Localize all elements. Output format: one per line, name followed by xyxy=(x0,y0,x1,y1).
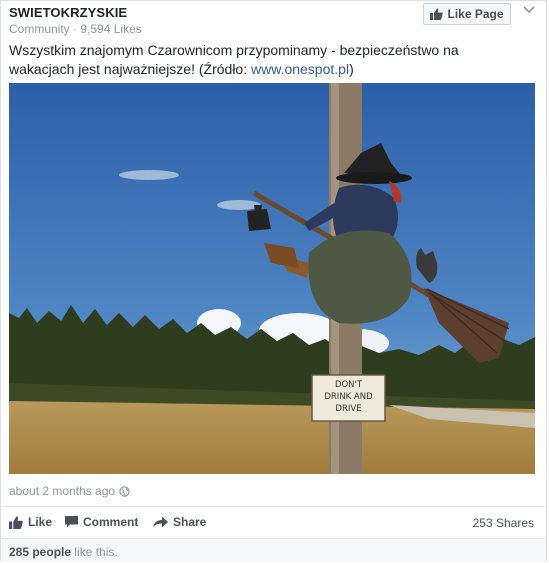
like-button[interactable]: Like xyxy=(9,515,52,529)
comment-label: Comment xyxy=(83,515,139,529)
post-text: Wszystkim znajomym Czarownicom przypomin… xyxy=(9,41,509,79)
page-name-link[interactable]: SWIETOKRZYSKIE xyxy=(9,5,127,20)
sign-line-3: DRIVE xyxy=(335,404,361,414)
post-photo[interactable]: DON'T DRINK AND DRIVE xyxy=(9,83,535,474)
share-button[interactable]: Share xyxy=(153,515,206,529)
share-label: Share xyxy=(173,515,207,529)
comment-button[interactable]: Comment xyxy=(65,515,138,529)
chevron-down-icon[interactable] xyxy=(522,5,536,15)
post-actions-bar: Like Comment Share 253 Shares xyxy=(1,506,546,539)
post-card: SWIETOKRZYSKIE Community · 9,594 Likes L… xyxy=(0,0,547,562)
shares-count-link[interactable]: 253 Shares xyxy=(473,516,534,530)
post-text-end: ) xyxy=(349,61,354,77)
sign-line-1: DON'T xyxy=(335,380,363,390)
like-label: Like xyxy=(28,515,53,529)
thumbs-up-icon xyxy=(9,516,23,529)
thumbs-up-icon xyxy=(430,8,444,20)
post-text-main: Wszystkim znajomym Czarownicom przypomin… xyxy=(9,42,459,77)
sign-line-2: DRINK AND xyxy=(324,392,373,402)
like-page-label: Like Page xyxy=(447,7,504,21)
reactions-summary: 285 people like this. xyxy=(1,538,546,562)
globe-icon xyxy=(119,485,130,497)
meta-separator: · xyxy=(69,22,81,36)
timestamp-link[interactable]: about 2 months ago xyxy=(9,484,115,498)
page-category[interactable]: Community xyxy=(9,22,70,36)
post-timestamp: about 2 months ago xyxy=(9,484,130,498)
people-count-link[interactable]: 285 people xyxy=(9,545,71,559)
page-likes-count: 9,594 Likes xyxy=(80,22,142,36)
page-meta: Community · 9,594 Likes xyxy=(9,22,142,36)
reactions-suffix: like this. xyxy=(71,545,118,559)
share-arrow-icon xyxy=(153,516,168,528)
source-link[interactable]: www.onespot.pl xyxy=(251,61,349,77)
like-page-button[interactable]: Like Page xyxy=(423,3,511,25)
speech-bubble-icon xyxy=(65,516,78,528)
